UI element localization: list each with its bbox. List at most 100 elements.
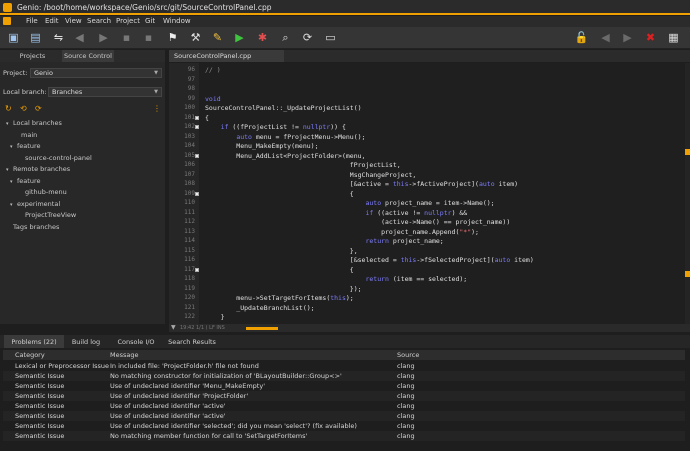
line-number: 117	[184, 265, 195, 273]
line-number: 109	[184, 189, 195, 197]
replace-icon[interactable]: ⟳	[300, 30, 315, 45]
tree-item-label: experimental	[17, 199, 61, 208]
pull-icon[interactable]: ⟳	[35, 104, 42, 113]
forward-icon[interactable]: ▶	[96, 30, 111, 45]
chevron-down-icon: ▼	[154, 70, 158, 76]
back-icon[interactable]: ◀	[72, 30, 87, 45]
cell-category: Semantic Issue	[15, 372, 65, 380]
refresh-icon[interactable]: ↻	[5, 104, 12, 113]
table-row[interactable]: Semantic Issue Use of undeclared identifi…	[3, 421, 685, 431]
editor-tab-file[interactable]: SourceControlPanel.cpp	[169, 50, 284, 62]
cell-category: Semantic Issue	[15, 392, 65, 400]
line-number: 110	[184, 199, 195, 206]
code-line: return project_name;	[365, 237, 444, 245]
find-icon[interactable]: ⌕	[278, 30, 293, 45]
output-panel-icon[interactable]: ▤	[28, 30, 43, 45]
expand-arrow-icon: ▾	[6, 167, 9, 173]
cell-source: clang	[397, 362, 415, 370]
save-icon[interactable]: ▪	[119, 30, 134, 45]
fetch-icon[interactable]: ⟲	[20, 104, 27, 113]
table-row[interactable]: Semantic Issue Use of undeclared identifi…	[3, 401, 685, 411]
app-menu-icon[interactable]	[3, 17, 11, 25]
tab-problems[interactable]: Problems (22)	[4, 335, 64, 348]
debug-icon[interactable]: ✱	[255, 30, 270, 45]
line-number: 96	[187, 66, 195, 73]
table-row[interactable]: Semantic Issue Use of undeclared identifi…	[3, 391, 685, 401]
tab-menu-icon[interactable]: ▦	[666, 30, 681, 45]
cell-category: Semantic Issue	[15, 382, 65, 390]
line-number: 103	[184, 132, 195, 140]
menu-project[interactable]: Project	[116, 17, 140, 25]
cell-source: clang	[397, 432, 415, 440]
save-all-icon[interactable]: ▪	[141, 30, 156, 45]
code-line: project_name.Append("*");	[205, 227, 479, 236]
projects-panel-icon[interactable]: ▣	[6, 30, 21, 45]
menu-edit[interactable]: Edit	[45, 17, 59, 25]
fold-marker-icon[interactable]	[195, 153, 199, 158]
menu-search[interactable]: Search	[87, 17, 111, 25]
vertical-scrollbar[interactable]	[685, 63, 690, 325]
fold-marker-icon[interactable]	[195, 115, 199, 120]
tree-item[interactable]: Tags branches	[6, 223, 59, 231]
clean-icon[interactable]: ✎	[210, 30, 225, 45]
code-line: Menu_MakeEmpty(menu);	[205, 142, 319, 150]
tab-console-io[interactable]: Console I/O	[112, 335, 160, 348]
tab-search-results[interactable]: Search Results	[164, 335, 220, 348]
table-row[interactable]: Semantic Issue Use of undeclared identifi…	[3, 381, 685, 391]
code-editor[interactable]: 96 97 98 99 100 101 102 103 104 105 106 107 108 109 11…	[169, 63, 690, 325]
terminal-icon[interactable]: ▭	[323, 30, 338, 45]
code-line: if ((fProjectList != nullptr)) {	[220, 123, 346, 131]
split-icon[interactable]: ⇋	[51, 30, 66, 45]
menu-file[interactable]: File	[26, 17, 38, 25]
table-row[interactable]: Semantic Issue No matching member functio…	[3, 431, 685, 441]
prev-tab-icon[interactable]: ◀	[598, 30, 613, 45]
header-category[interactable]: Category	[15, 351, 45, 359]
code-line: auto menu = fProjectMenu->Menu();	[236, 132, 366, 141]
code-line: [&selected = this->fSelectedProject](aut…	[205, 256, 534, 264]
build-icon[interactable]: ⚒	[188, 30, 203, 45]
tree-item[interactable]: source-control-panel	[18, 154, 92, 162]
next-tab-icon[interactable]: ▶	[620, 30, 635, 45]
tree-item-label: feature	[17, 142, 41, 150]
branch-dropdown[interactable]: Branches ▼	[48, 87, 162, 97]
more-options-icon[interactable]: ⋮	[153, 104, 161, 113]
line-number: 116	[184, 256, 195, 263]
header-message[interactable]: Message	[110, 351, 139, 359]
tree-item[interactable]: ▾ Local branches	[6, 119, 62, 127]
project-dropdown[interactable]: Genio ▼	[30, 68, 162, 78]
fold-marker-icon[interactable]	[195, 191, 199, 196]
settings-icon[interactable]: ⚑	[165, 30, 180, 45]
tree-item[interactable]: ▾ experimental	[10, 200, 60, 208]
code-line: Menu_AddList<ProjectFolder>(menu,	[205, 151, 366, 160]
tab-projects[interactable]: Projects	[4, 50, 61, 62]
header-source[interactable]: Source	[397, 351, 419, 359]
tree-item[interactable]: main	[14, 131, 37, 139]
lock-icon[interactable]: 🔓	[574, 30, 589, 45]
menu-git[interactable]: Git	[145, 17, 155, 25]
menu-view[interactable]: View	[65, 17, 82, 25]
code-line: if ((active != nullptr) &&	[365, 208, 468, 217]
cell-source: clang	[397, 382, 415, 390]
fold-marker-icon[interactable]	[195, 125, 199, 129]
cell-source: clang	[397, 422, 415, 430]
expand-arrow-icon: ▾	[10, 201, 13, 208]
fold-marker-icon[interactable]	[195, 267, 199, 272]
line-number: 121	[184, 303, 195, 311]
cell-message: Use of undeclared identifier 'active'	[110, 412, 226, 420]
table-row[interactable]: Semantic Issue No matching constructor fo…	[3, 371, 685, 381]
tab-build-log[interactable]: Build log	[66, 335, 106, 348]
close-tab-icon[interactable]: ✖	[643, 30, 658, 45]
table-row[interactable]: Lexical or Preprocessor Issue In included…	[3, 361, 685, 371]
tree-item[interactable]: ProjectTreeView	[18, 211, 76, 219]
tree-item-label: Remote branches	[13, 165, 71, 173]
run-icon[interactable]: ▶	[232, 30, 247, 45]
tree-item[interactable]: ▾ feature	[10, 177, 40, 185]
tree-item[interactable]: ▾ Remote branches	[6, 165, 70, 173]
code-line: fProjectList,	[205, 161, 401, 169]
tab-source-control[interactable]: Source Control	[62, 50, 114, 62]
tree-item[interactable]: github-menu	[18, 188, 67, 196]
tree-item[interactable]: ▾ feature	[10, 142, 40, 150]
horizontal-scrollbar[interactable]	[246, 327, 278, 330]
menu-window[interactable]: Window	[163, 17, 191, 25]
table-row[interactable]: Semantic Issue Use of undeclared identifi…	[3, 411, 685, 421]
